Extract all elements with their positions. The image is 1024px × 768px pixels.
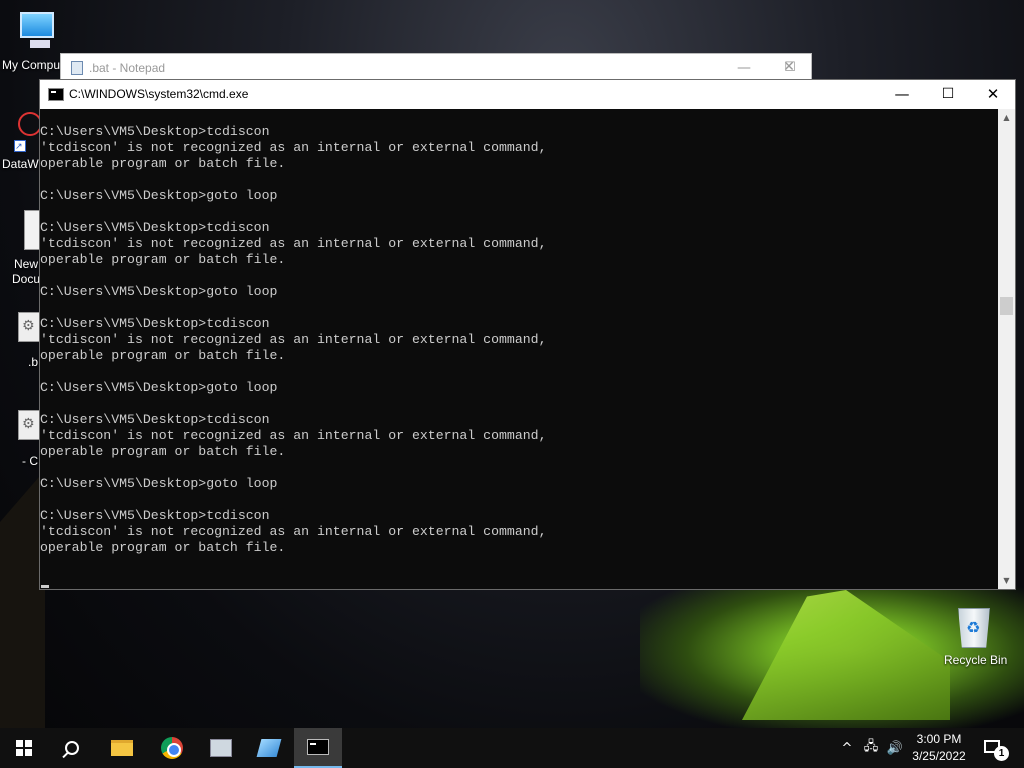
console-line: C:\Users\VM5\Desktop>tcdiscon bbox=[40, 316, 270, 331]
cmd-window-icon bbox=[48, 88, 64, 101]
scroll-thumb[interactable] bbox=[1000, 297, 1013, 315]
chrome-icon bbox=[161, 737, 183, 759]
cmd-icon bbox=[307, 739, 329, 755]
notepad-minimize-button[interactable]: — bbox=[721, 54, 767, 82]
recycle-bin-icon: ♻ bbox=[954, 604, 994, 648]
cmd-window[interactable]: C:\WINDOWS\system32\cmd.exe — ☐ ✕ C:\Use… bbox=[39, 79, 1016, 590]
desktop-icon-label: .b bbox=[28, 355, 39, 369]
console-line: C:\Users\VM5\Desktop>goto loop bbox=[40, 476, 278, 491]
cmd-title: C:\WINDOWS\system32\cmd.exe bbox=[69, 87, 249, 101]
scroll-up-arrow-icon[interactable]: ▲ bbox=[998, 109, 1015, 126]
start-button[interactable] bbox=[0, 728, 48, 768]
notification-badge: 1 bbox=[994, 746, 1009, 761]
document-icon bbox=[24, 210, 40, 250]
console-output[interactable]: C:\Users\VM5\Desktop>tcdiscon'tcdiscon' … bbox=[40, 109, 998, 589]
search-button[interactable] bbox=[48, 728, 96, 768]
notepad-title: .bat - Notepad bbox=[89, 61, 166, 75]
folder-icon bbox=[111, 740, 133, 756]
taskbar-cmd[interactable] bbox=[294, 728, 342, 768]
cmd-maximize-button[interactable]: ☐ bbox=[925, 80, 971, 109]
cmd-minimize-button[interactable]: — bbox=[879, 80, 925, 109]
action-center-button[interactable]: 1 bbox=[980, 728, 1020, 768]
taskbar-network-app[interactable] bbox=[197, 728, 245, 768]
console-lines: C:\Users\VM5\Desktop>tcdiscon'tcdiscon' … bbox=[40, 124, 546, 556]
console-line: operable program or batch file. bbox=[40, 444, 286, 459]
tray-chevron-icon[interactable]: ^ bbox=[838, 728, 856, 768]
windows-logo-icon bbox=[16, 740, 32, 756]
taskbar-notes-app[interactable] bbox=[245, 728, 293, 768]
console-line: 'tcdiscon' is not recognized as an inter… bbox=[40, 428, 547, 443]
console-line: C:\Users\VM5\Desktop>tcdiscon bbox=[40, 124, 270, 139]
search-icon bbox=[65, 741, 79, 755]
batch-file-icon bbox=[18, 312, 40, 342]
console-scrollbar[interactable]: ▲ ▼ bbox=[998, 109, 1015, 589]
console-line: C:\Users\VM5\Desktop>tcdiscon bbox=[40, 220, 270, 235]
console-line: operable program or batch file. bbox=[40, 348, 286, 363]
desktop-icon-label: New Docu bbox=[12, 257, 41, 286]
console-line: 'tcdiscon' is not recognized as an inter… bbox=[40, 332, 547, 347]
taskbar-chrome[interactable] bbox=[148, 728, 196, 768]
network-app-icon bbox=[210, 739, 232, 757]
console-line: operable program or batch file. bbox=[40, 540, 286, 555]
network-icon[interactable]: 🖧 bbox=[860, 728, 882, 768]
desktop-icon-label: DataW bbox=[2, 157, 39, 171]
console-line: C:\Users\VM5\Desktop>goto loop bbox=[40, 188, 278, 203]
console-line: C:\Users\VM5\Desktop>goto loop bbox=[40, 284, 278, 299]
console-line: 'tcdiscon' is not recognized as an inter… bbox=[40, 140, 547, 155]
notepad-icon bbox=[71, 61, 83, 75]
console-line: 'tcdiscon' is not recognized as an inter… bbox=[40, 236, 547, 251]
notepad-close-button[interactable]: ✕ bbox=[766, 53, 812, 81]
clock[interactable]: 3:00 PM 3/25/2022 bbox=[904, 731, 974, 765]
clock-date: 3/25/2022 bbox=[912, 749, 966, 763]
console-cursor bbox=[41, 585, 49, 588]
desktop-icon-label: My Compu bbox=[2, 58, 61, 72]
desktop-icon-label: - C bbox=[22, 454, 38, 468]
console-line: C:\Users\VM5\Desktop>goto loop bbox=[40, 380, 278, 395]
console-line: operable program or batch file. bbox=[40, 156, 286, 171]
console-line: operable program or batch file. bbox=[40, 252, 286, 267]
console-line: 'tcdiscon' is not recognized as an inter… bbox=[40, 524, 547, 539]
taskbar: ^ 🖧 🔊 3:00 PM 3/25/2022 1 bbox=[0, 728, 1024, 768]
desktop-icon-label: Recycle Bin bbox=[944, 653, 1008, 667]
volume-icon[interactable]: 🔊 bbox=[884, 728, 906, 768]
console-line: C:\Users\VM5\Desktop>tcdiscon bbox=[40, 508, 270, 523]
notes-app-icon bbox=[256, 739, 282, 757]
batch-file-icon bbox=[18, 410, 40, 440]
cmd-close-button[interactable]: ✕ bbox=[970, 80, 1016, 109]
console-line: C:\Users\VM5\Desktop>tcdiscon bbox=[40, 412, 270, 427]
cmd-titlebar[interactable]: C:\WINDOWS\system32\cmd.exe — ☐ ✕ bbox=[40, 80, 1015, 109]
scroll-down-arrow-icon[interactable]: ▼ bbox=[998, 572, 1015, 589]
computer-icon bbox=[14, 10, 62, 54]
clock-time: 3:00 PM bbox=[916, 732, 962, 746]
taskbar-file-explorer[interactable] bbox=[98, 728, 146, 768]
atom-shortcut-icon: ↗ bbox=[12, 112, 42, 152]
